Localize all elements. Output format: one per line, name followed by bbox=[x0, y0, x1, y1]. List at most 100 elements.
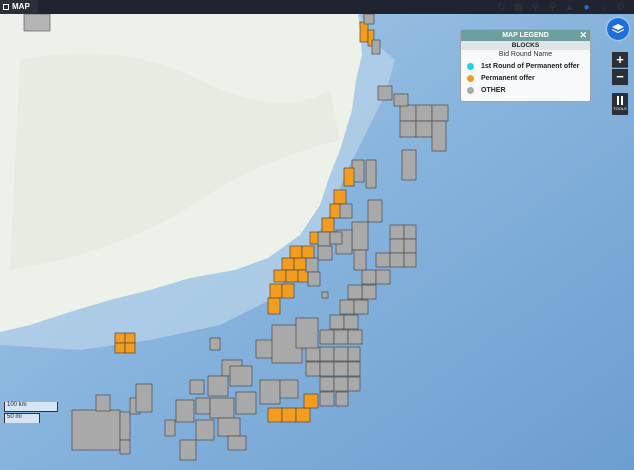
block-polygon[interactable] bbox=[333, 376, 349, 392]
block-polygon[interactable] bbox=[375, 252, 391, 268]
block-polygon[interactable] bbox=[431, 104, 449, 122]
block-polygon[interactable] bbox=[321, 291, 329, 299]
block-polygon[interactable] bbox=[403, 238, 417, 254]
block-polygon[interactable] bbox=[333, 346, 349, 362]
block-polygon[interactable] bbox=[401, 149, 417, 181]
block-polygon[interactable] bbox=[339, 299, 355, 315]
block-polygon[interactable] bbox=[124, 342, 136, 354]
block-polygon[interactable] bbox=[259, 379, 281, 405]
block-polygon[interactable] bbox=[347, 376, 361, 392]
zoom-in-button[interactable]: + bbox=[612, 52, 628, 68]
block-polygon[interactable] bbox=[335, 391, 349, 407]
block-polygon[interactable] bbox=[319, 346, 335, 362]
block-polygon[interactable] bbox=[319, 391, 335, 407]
block-polygon[interactable] bbox=[267, 407, 283, 423]
block-polygon[interactable] bbox=[339, 203, 353, 219]
block-polygon[interactable] bbox=[71, 409, 121, 451]
block-polygon[interactable] bbox=[415, 120, 433, 138]
block-polygon[interactable] bbox=[399, 104, 417, 122]
block-polygon[interactable] bbox=[273, 269, 287, 283]
block-polygon[interactable] bbox=[343, 314, 359, 330]
block-polygon[interactable] bbox=[361, 284, 377, 300]
block-polygon[interactable] bbox=[305, 361, 321, 377]
block-polygon[interactable] bbox=[353, 249, 367, 271]
block-polygon[interactable] bbox=[281, 407, 297, 423]
block-polygon[interactable] bbox=[175, 399, 195, 423]
zoom-out-button[interactable]: − bbox=[612, 69, 628, 85]
block-polygon[interactable] bbox=[389, 238, 405, 254]
block-polygon[interactable] bbox=[307, 271, 321, 287]
block-polygon[interactable] bbox=[361, 269, 377, 285]
map-icon[interactable]: ▦ bbox=[513, 2, 524, 13]
block-polygon[interactable] bbox=[347, 346, 361, 362]
block-polygon[interactable] bbox=[353, 299, 369, 315]
block-polygon[interactable] bbox=[303, 393, 319, 409]
block-polygon[interactable] bbox=[399, 120, 417, 138]
block-polygon[interactable] bbox=[347, 284, 363, 300]
block-polygon[interactable] bbox=[367, 199, 383, 223]
block-polygon[interactable] bbox=[285, 269, 299, 283]
block-polygon[interactable] bbox=[347, 329, 363, 345]
block-polygon[interactable] bbox=[267, 297, 281, 315]
close-icon[interactable]: ✕ bbox=[579, 30, 587, 41]
layers-stack-icon[interactable]: ▲ bbox=[564, 2, 575, 13]
block-polygon[interactable] bbox=[135, 383, 153, 413]
block-polygon[interactable] bbox=[305, 346, 321, 362]
block-polygon[interactable] bbox=[351, 221, 369, 251]
block-polygon[interactable] bbox=[195, 397, 211, 415]
block-polygon[interactable] bbox=[371, 39, 381, 55]
layers-button[interactable] bbox=[607, 18, 629, 40]
block-polygon[interactable] bbox=[281, 257, 295, 271]
block-polygon[interactable] bbox=[269, 283, 283, 299]
block-polygon[interactable] bbox=[289, 245, 303, 259]
settings-icon[interactable]: ⚙ bbox=[615, 2, 626, 13]
block-polygon[interactable] bbox=[124, 332, 136, 344]
block-polygon[interactable] bbox=[343, 167, 355, 187]
block-polygon[interactable] bbox=[114, 332, 126, 344]
block-polygon[interactable] bbox=[333, 329, 349, 345]
block-polygon[interactable] bbox=[207, 375, 229, 397]
block-polygon[interactable] bbox=[195, 419, 215, 441]
block-polygon[interactable] bbox=[319, 329, 335, 345]
block-polygon[interactable] bbox=[333, 189, 347, 205]
block-polygon[interactable] bbox=[119, 411, 131, 441]
block-polygon[interactable] bbox=[217, 417, 241, 437]
block-polygon[interactable] bbox=[377, 85, 393, 101]
block-polygon[interactable] bbox=[209, 337, 221, 351]
block-polygon[interactable] bbox=[329, 314, 345, 330]
block-polygon[interactable] bbox=[281, 283, 295, 299]
block-polygon[interactable] bbox=[189, 379, 205, 395]
map-tab[interactable]: MAP bbox=[0, 0, 38, 14]
block-polygon[interactable] bbox=[403, 224, 417, 240]
block-polygon[interactable] bbox=[209, 397, 235, 419]
block-polygon[interactable] bbox=[359, 21, 369, 43]
block-polygon[interactable] bbox=[393, 93, 409, 107]
block-polygon[interactable] bbox=[119, 439, 131, 455]
block-polygon[interactable] bbox=[305, 257, 319, 273]
block-polygon[interactable] bbox=[321, 217, 335, 233]
block-polygon[interactable] bbox=[293, 257, 307, 271]
block-polygon[interactable] bbox=[319, 361, 335, 377]
block-polygon[interactable] bbox=[95, 394, 111, 412]
block-polygon[interactable] bbox=[179, 439, 197, 461]
block-polygon[interactable] bbox=[333, 361, 349, 377]
block-polygon[interactable] bbox=[301, 245, 315, 259]
block-polygon[interactable] bbox=[375, 269, 391, 285]
block-polygon[interactable] bbox=[389, 252, 405, 268]
block-polygon[interactable] bbox=[229, 365, 253, 387]
block-polygon[interactable] bbox=[295, 317, 319, 349]
download-icon[interactable]: ⇩ bbox=[598, 2, 609, 13]
block-polygon[interactable] bbox=[295, 407, 311, 423]
block-polygon[interactable] bbox=[389, 224, 405, 240]
block-polygon[interactable] bbox=[347, 361, 361, 377]
block-polygon[interactable] bbox=[227, 435, 247, 451]
block-polygon[interactable] bbox=[431, 120, 447, 152]
block-polygon[interactable] bbox=[279, 379, 299, 399]
block-polygon[interactable] bbox=[363, 14, 375, 25]
block-polygon[interactable] bbox=[317, 231, 331, 247]
block-polygon[interactable] bbox=[164, 419, 176, 437]
zoom-extent-icon[interactable]: ⚲ bbox=[547, 2, 558, 13]
block-polygon[interactable] bbox=[114, 342, 126, 354]
block-polygon[interactable] bbox=[403, 252, 417, 268]
location-pin-icon[interactable]: ● bbox=[581, 2, 592, 13]
